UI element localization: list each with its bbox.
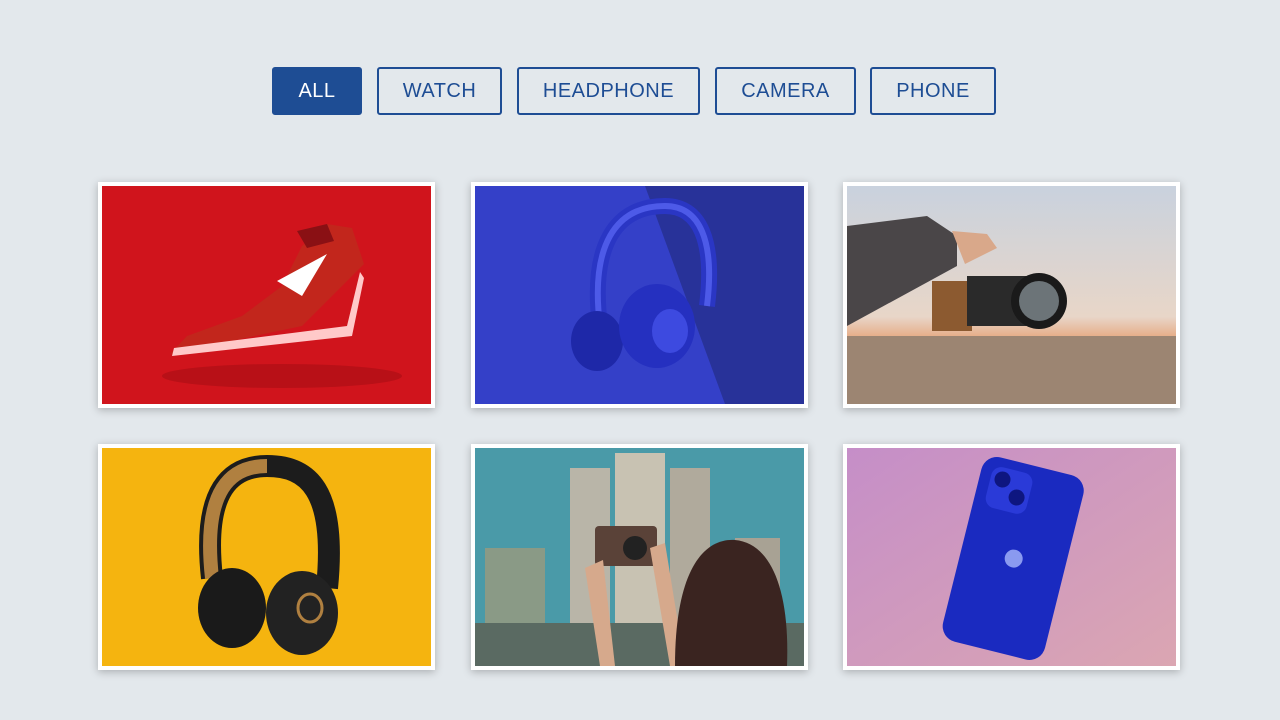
- filter-bar: ALL WATCH HEADPHONE CAMERA PHONE: [0, 67, 1280, 115]
- filter-all-button[interactable]: ALL: [272, 67, 362, 115]
- camera-hand-image: [475, 448, 804, 666]
- gallery-item-phone[interactable]: [843, 444, 1180, 670]
- headphone-image: [475, 186, 804, 404]
- filter-watch-button[interactable]: WATCH: [377, 67, 502, 115]
- filter-phone-button[interactable]: PHONE: [870, 67, 996, 115]
- headphone-image: [102, 448, 431, 666]
- filter-camera-button[interactable]: CAMERA: [715, 67, 856, 115]
- gallery-item-camera-desert[interactable]: [843, 182, 1180, 408]
- filter-headphone-button[interactable]: HEADPHONE: [517, 67, 700, 115]
- gallery-item-headphone-blue[interactable]: [471, 182, 808, 408]
- sneaker-image: [102, 186, 431, 404]
- gallery-item-sneaker[interactable]: [98, 182, 435, 408]
- gallery-item-camera-city[interactable]: [471, 444, 808, 670]
- gallery-item-headphone-gold[interactable]: [98, 444, 435, 670]
- phone-image: [847, 448, 1176, 666]
- camera-hand-image: [847, 186, 1176, 404]
